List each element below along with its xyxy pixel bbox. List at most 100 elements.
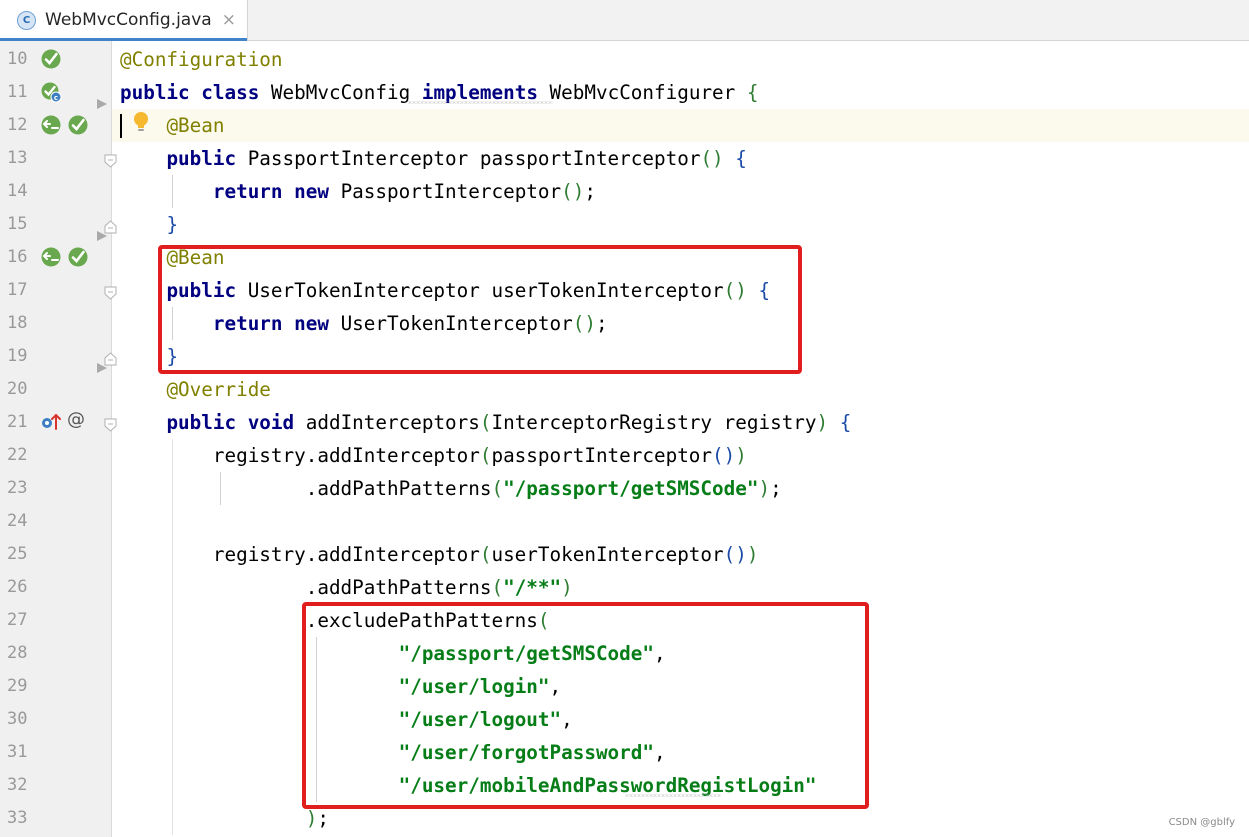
red-highlight-box <box>158 245 802 374</box>
line-number: 25 <box>7 544 28 564</box>
code-token: public <box>166 147 237 170</box>
code-token: ( <box>491 576 504 599</box>
indent-guide <box>220 472 222 505</box>
code-token: .addPathPatterns <box>120 477 492 500</box>
code-token: ; <box>770 477 782 500</box>
editor-tab-bar: C WebMvcConfig.java × <box>0 0 1249 41</box>
code-token: void <box>247 411 295 434</box>
code-token: InterceptorRegistry registry <box>491 411 817 434</box>
code-line[interactable]: public PassportInterceptor passportInter… <box>120 142 746 175</box>
line-number: 14 <box>7 181 28 201</box>
breakpoint-arrow-icon <box>96 227 108 246</box>
code-token: ( <box>479 543 492 566</box>
code-line[interactable]: registry.addInterceptor(userTokenInterce… <box>120 538 759 571</box>
code-token: public <box>120 81 190 104</box>
code-token: addInterceptors <box>294 411 480 434</box>
code-token: ; <box>584 180 596 203</box>
code-token: ) <box>816 411 829 434</box>
code-token: ) <box>758 477 771 500</box>
gutter-row[interactable]: 16 <box>0 241 112 274</box>
code-token: ) <box>305 807 318 830</box>
line-number: 33 <box>7 808 28 828</box>
gutter-row[interactable]: 24 <box>0 505 112 538</box>
code-line[interactable]: registry.addInterceptor(passportIntercep… <box>120 439 747 472</box>
gutter-row[interactable]: 32 <box>0 769 112 802</box>
indent-guide <box>172 439 174 835</box>
java-class-icon: C <box>17 10 36 30</box>
line-number: 15 <box>7 214 28 234</box>
indent-guide <box>172 175 174 208</box>
gutter-row[interactable]: 33 <box>0 802 112 835</box>
gutter-row[interactable]: 21 @ <box>0 406 112 439</box>
gutter-row[interactable]: 27 <box>0 604 112 637</box>
current-line-highlight <box>112 109 1249 142</box>
gutter-row[interactable]: 23 <box>0 472 112 505</box>
code-line[interactable]: .addPathPatterns("/**") <box>120 571 573 604</box>
spelling-squiggle <box>624 794 721 797</box>
code-token: new <box>294 180 329 203</box>
gutter-row[interactable]: 20 <box>0 373 112 406</box>
gutter-row[interactable]: 14 <box>0 175 112 208</box>
code-line[interactable]: } <box>120 208 178 241</box>
code-line[interactable]: ); <box>120 802 329 835</box>
spring-inject-icon[interactable] <box>40 114 62 136</box>
gutter-row[interactable]: 30 <box>0 703 112 736</box>
close-icon[interactable]: × <box>222 10 236 30</box>
gutter-row[interactable]: 18 <box>0 307 112 340</box>
gutter-row[interactable]: 26 <box>0 571 112 604</box>
line-number: 22 <box>7 445 28 465</box>
code-token: { <box>839 411 852 434</box>
line-number: 12 <box>7 115 28 135</box>
spring-bean-icon[interactable] <box>67 114 89 136</box>
tab-webmvcconfig[interactable]: C WebMvcConfig.java × <box>0 0 248 41</box>
code-token: ( <box>479 411 492 434</box>
gutter-row[interactable]: 25 <box>0 538 112 571</box>
code-line[interactable]: @Override <box>120 373 271 406</box>
gutter-row[interactable]: 28 <box>0 637 112 670</box>
svg-text:c: c <box>54 94 58 102</box>
spring-bean-icon[interactable] <box>40 48 62 70</box>
code-token: () <box>723 543 747 566</box>
code-token: WebMvcConfigurer <box>537 81 747 104</box>
code-token: .addPathPatterns <box>120 576 492 599</box>
code-line[interactable]: @Bean <box>120 109 224 142</box>
spring-bean-icon[interactable] <box>67 246 89 268</box>
line-number: 23 <box>7 478 28 498</box>
line-number: 10 <box>7 49 28 69</box>
code-line[interactable]: public class WebMvcConfig implements Web… <box>120 76 759 109</box>
gutter-row[interactable]: 12 <box>0 109 112 142</box>
gutter-row[interactable]: 31 <box>0 736 112 769</box>
code-line[interactable]: public void addInterceptors(InterceptorR… <box>120 406 851 439</box>
override-up-icon[interactable] <box>40 411 62 433</box>
code-token: class <box>201 81 260 104</box>
code-token: ) <box>746 543 759 566</box>
line-number-gutter[interactable]: 10 11 c 12 13 14 15 16 17 18 19 20 21 @22 23 24 25 26 27 28… <box>0 41 117 837</box>
code-token: PassportInterceptor passportInterceptor <box>236 147 701 170</box>
at-annotation-icon[interactable]: @ <box>67 409 85 430</box>
code-line[interactable]: @Configuration <box>120 43 283 76</box>
code-token: ; <box>317 807 329 830</box>
line-number: 19 <box>7 346 28 366</box>
code-token: passportInterceptor <box>491 444 713 467</box>
code-editor[interactable]: @Configuration public class WebMvcConfig … <box>112 41 1249 837</box>
gutter-row[interactable]: 10 <box>0 43 112 76</box>
gutter-row[interactable]: 17 <box>0 274 112 307</box>
spring-config-icon[interactable]: c <box>40 81 62 103</box>
code-token: @Bean <box>166 114 225 137</box>
gutter-row[interactable]: 29 <box>0 670 112 703</box>
code-token: @Override <box>166 378 271 401</box>
gutter-row[interactable]: 22 <box>0 439 112 472</box>
spring-inject-icon[interactable] <box>40 246 62 268</box>
code-token: () <box>712 444 736 467</box>
code-token: } <box>166 213 179 236</box>
line-number: 28 <box>7 643 28 663</box>
gutter-row[interactable]: 13 <box>0 142 112 175</box>
code-line[interactable]: return new PassportInterceptor(); <box>120 175 596 208</box>
line-number: 13 <box>7 148 28 168</box>
